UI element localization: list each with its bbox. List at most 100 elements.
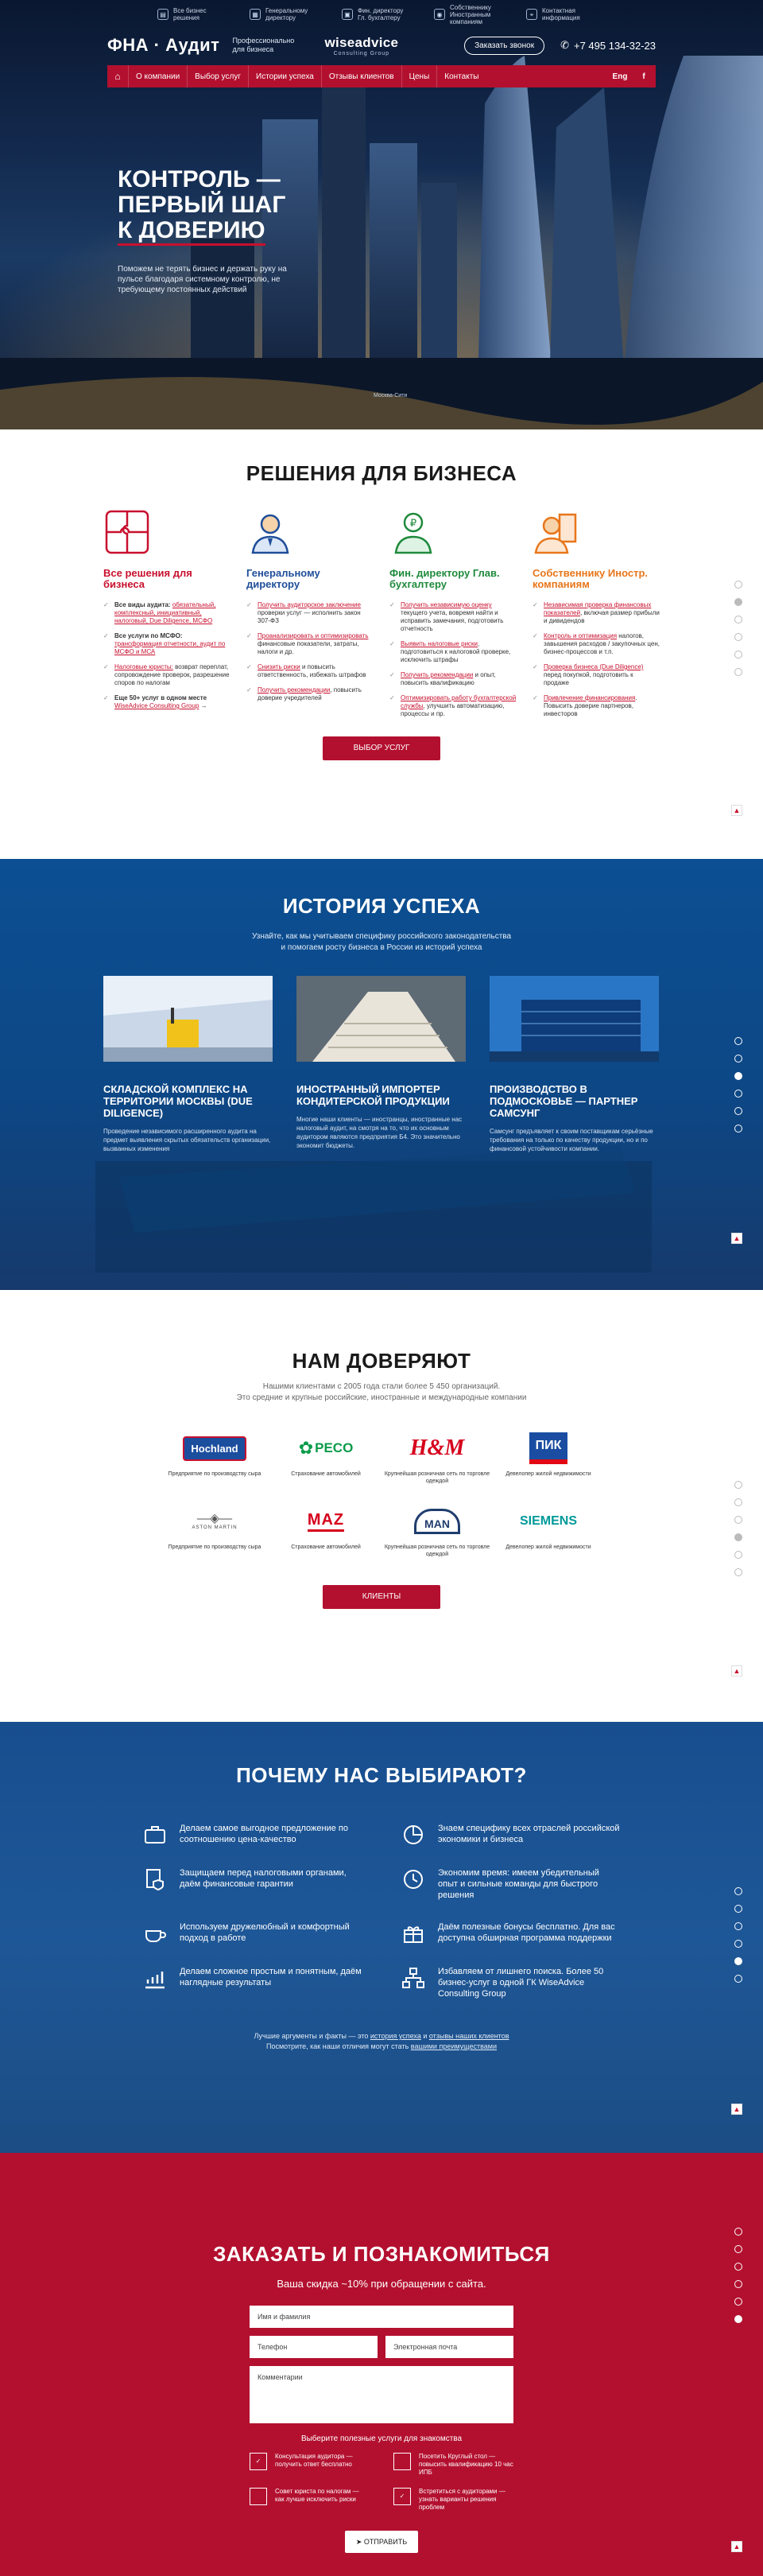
language-switch[interactable]: Eng [608, 72, 632, 81]
nav-item-reviews[interactable]: Отзывы клиентов [320, 65, 401, 87]
option-item[interactable]: Совет юриста по налогам — как лучше искл… [250, 2488, 370, 2512]
list-item[interactable]: Получить аудиторское заключение проверки… [246, 601, 374, 625]
list-item[interactable]: Все виды аудита: обязательный, комплексн… [103, 601, 230, 625]
nav-dot[interactable] [734, 651, 742, 659]
nav-dot-active[interactable] [734, 598, 742, 606]
option-item[interactable]: ✓ Консультация аудитора — получить ответ … [250, 2453, 370, 2477]
nav-dot-active[interactable] [734, 2315, 742, 2323]
scroll-up-icon[interactable]: ▲ [731, 805, 742, 816]
list-item[interactable]: Привлечение финансирования. Повысить дов… [533, 694, 660, 718]
checkbox-checked[interactable]: ✓ [393, 2488, 411, 2505]
list-item[interactable]: Все услуги по МСФО: трансформация отчетн… [103, 632, 230, 656]
list-item[interactable]: Выявить налоговые риски, подготовиться к… [389, 640, 517, 664]
site-logo[interactable]: ФНА · Аудит [107, 35, 219, 56]
list-item[interactable]: Еще 50+ услуг в одном месте WiseAdvice C… [103, 694, 230, 710]
nav-dot[interactable] [734, 2228, 742, 2236]
checkbox-checked[interactable]: ✓ [250, 2453, 267, 2470]
facebook-icon[interactable]: f [632, 72, 656, 81]
name-field[interactable]: Имя и фамилия [250, 2306, 513, 2328]
topbar-link-all-solutions[interactable]: ▤ Все бизнес решения [157, 3, 237, 25]
list-item[interactable]: Получить рекомендации, повысить доверие … [246, 686, 374, 702]
option-item[interactable]: ✓ Встретиться с аудиторами — узнать вариа… [393, 2488, 513, 2512]
topbar-link-ceo[interactable]: ▦ Генеральному директору [250, 3, 329, 25]
nav-item-about[interactable]: О компании [128, 65, 187, 87]
nav-dot[interactable] [734, 1498, 742, 1506]
nav-dot[interactable] [734, 1568, 742, 1576]
nav-item-services[interactable]: Выбор услуг [187, 65, 248, 87]
nav-dot[interactable] [734, 2263, 742, 2271]
clients-button[interactable]: КЛИЕНТЫ [323, 1585, 440, 1609]
nav-dot-active[interactable] [734, 1072, 742, 1080]
client-logo[interactable]: MAZ Страхование автомобилей [270, 1506, 382, 1558]
nav-dot[interactable] [734, 1551, 742, 1559]
list-item[interactable]: Независимая проверка финансовых показате… [533, 601, 660, 625]
reviews-link[interactable]: отзывы наших клиентов [429, 2032, 509, 2040]
client-logo[interactable]: ПИК Девелопер жилой недвижимости [493, 1432, 604, 1485]
submit-button[interactable]: ➤ ОТПРАВИТЬ [345, 2531, 418, 2553]
list-item[interactable]: Контроль и оптимизация налогов, завышени… [533, 632, 660, 656]
client-logo[interactable]: ✿ PECO Страхование автомобилей [270, 1432, 382, 1485]
checkbox[interactable] [250, 2488, 267, 2505]
list-item[interactable]: Налоговые юристы: возврат переплат, сопр… [103, 663, 230, 687]
success-stories-link[interactable]: история успеха [370, 2032, 421, 2040]
email-field[interactable]: Электронная почта [385, 2336, 513, 2358]
nav-dot[interactable] [734, 1887, 742, 1895]
list-item[interactable]: Проверка бизнеса (Due Diligence) перед п… [533, 663, 660, 687]
list-item[interactable]: Получить независимую оценку текущего уче… [389, 601, 517, 633]
client-logo[interactable]: H&M Крупнейшая розничная сеть по торговл… [382, 1432, 493, 1485]
nav-dot[interactable] [734, 2280, 742, 2288]
option-item[interactable]: Посетить Круглый стол — повысить квалифи… [393, 2453, 513, 2477]
nav-dot[interactable] [734, 2245, 742, 2253]
nav-dot-active[interactable] [734, 1533, 742, 1541]
scroll-up-icon[interactable]: ▲ [731, 1233, 742, 1244]
topbar-link-owner[interactable]: ◉ Собственнику Иностранным компаниям [434, 3, 513, 25]
nav-dot[interactable] [734, 1055, 742, 1063]
case-card[interactable]: ИНОСТРАННЫЙ ИМПОРТЕР КОНДИТЕРСКОЙ ПРОДУК… [296, 976, 466, 1153]
nav-dot[interactable] [734, 2298, 742, 2306]
nav-dot[interactable] [734, 1125, 742, 1133]
solution-card[interactable]: ₽ Фин. директору Глав. бухгалтеру Получи… [389, 508, 517, 725]
nav-dot[interactable] [734, 1481, 742, 1489]
nav-dot[interactable] [734, 633, 742, 641]
client-logo[interactable]: Hochland Предприятие по производству сыр… [159, 1432, 270, 1485]
nav-dot[interactable] [734, 1037, 742, 1045]
phone[interactable]: ✆ +7 495 134-32-23 [560, 39, 656, 52]
list-item[interactable]: Получить рекомендации и опыт, повысить к… [389, 671, 517, 687]
solution-card[interactable]: Все решения для бизнеса Все виды аудита:… [103, 508, 230, 725]
topbar-link-contacts[interactable]: ⌖ Контактная информация [526, 3, 606, 25]
services-button[interactable]: ВЫБОР УСЛУГ [323, 736, 440, 760]
advantages-link[interactable]: вашими преимуществами [411, 2042, 497, 2050]
scroll-up-icon[interactable]: ▲ [731, 2541, 742, 2552]
home-icon[interactable]: ⌂ [107, 71, 128, 82]
nav-dot[interactable] [734, 581, 742, 589]
client-logo[interactable]: SIEMENS Девелопер жилой недвижимости [493, 1506, 604, 1558]
case-card[interactable]: СКЛАДСКОЙ КОМПЛЕКС НА ТЕРРИТОРИИ МОСКВЫ … [103, 976, 273, 1153]
client-logo[interactable]: —◈— ASTON MARTIN Предприятие по производс… [159, 1506, 270, 1558]
nav-item-contacts[interactable]: Контакты [436, 65, 486, 87]
nav-dot[interactable] [734, 1922, 742, 1930]
topbar-link-cfo[interactable]: ▣ Фин. директору Гл. бухгалтеру [342, 3, 421, 25]
phone-field[interactable]: Телефон [250, 2336, 378, 2358]
list-item[interactable]: Оптимизировать работу бухгалтерской служ… [389, 694, 517, 718]
scroll-up-icon[interactable]: ▲ [731, 1665, 742, 1677]
nav-item-stories[interactable]: Истории успеха [248, 65, 321, 87]
nav-dot[interactable] [734, 1905, 742, 1913]
nav-item-prices[interactable]: Цены [401, 65, 437, 87]
solution-card[interactable]: Собственнику Иностр. компаниям Независим… [533, 508, 660, 725]
scroll-up-icon[interactable]: ▲ [731, 2104, 742, 2115]
comment-field[interactable]: Комментарии [250, 2366, 513, 2423]
client-logo[interactable]: MAN Крупнейшая розничная сеть по торговл… [382, 1506, 493, 1558]
list-item[interactable]: Проанализировать и оптимизировать финанс… [246, 632, 374, 656]
case-card[interactable]: ПРОИЗВОДСТВО В ПОДМОСКОВЬЕ — ПАРТНЕР САМ… [490, 976, 659, 1153]
nav-dot[interactable] [734, 1090, 742, 1098]
nav-dot[interactable] [734, 1940, 742, 1948]
call-request-button[interactable]: Заказать звонок [464, 36, 545, 55]
partner-logo[interactable]: wiseadvice Consulting Group [324, 35, 398, 56]
checkbox[interactable] [393, 2453, 411, 2470]
nav-dot[interactable] [734, 616, 742, 624]
nav-dot[interactable] [734, 668, 742, 676]
nav-dot-active[interactable] [734, 1957, 742, 1965]
nav-dot[interactable] [734, 1516, 742, 1524]
nav-dot[interactable] [734, 1107, 742, 1115]
nav-dot[interactable] [734, 1975, 742, 1983]
